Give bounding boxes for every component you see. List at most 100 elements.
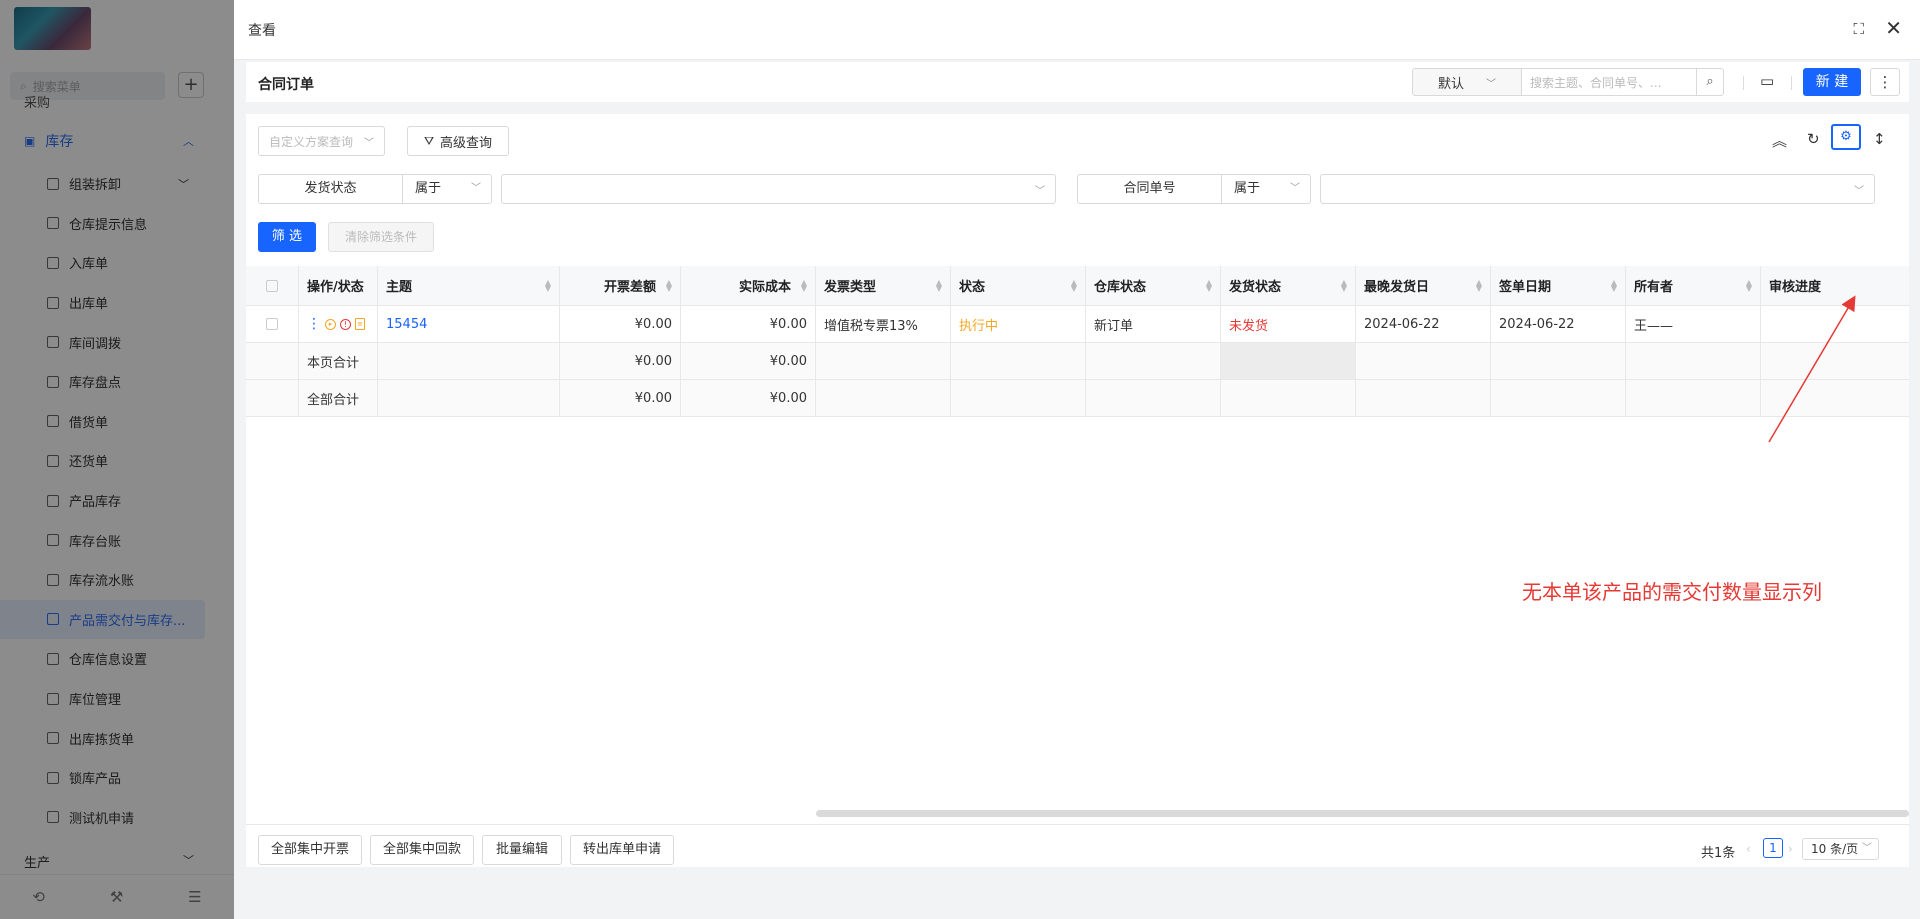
sort-icon[interactable]: ▲ ▼ xyxy=(801,278,807,292)
subject-link[interactable]: 15454 xyxy=(386,317,427,332)
empty-cell xyxy=(951,343,1086,379)
more-icon[interactable]: ⋮ xyxy=(307,316,321,332)
drawer-title: 查看 xyxy=(248,23,276,39)
empty-cell xyxy=(951,380,1086,416)
fullscreen-icon[interactable]: ⛶ xyxy=(1853,20,1864,38)
search-button[interactable]: ⌕ xyxy=(1696,68,1724,96)
column-header[interactable]: 仓库状态 ▲ ▼ xyxy=(1086,266,1221,305)
row-height-icon[interactable]: ↕ xyxy=(1873,130,1886,148)
more-icon[interactable]: ⋮ xyxy=(1870,68,1900,96)
chevron-down-icon: ﹀ xyxy=(1486,78,1496,90)
new-button[interactable]: 新 建 xyxy=(1803,68,1861,96)
page-total-row: 本页合计 ¥0.00 ¥0.00 xyxy=(246,343,1909,380)
row-ops-cell: ⋮ ▸ ! ≡ xyxy=(299,306,378,342)
sort-icon[interactable]: ▲ ▼ xyxy=(1341,278,1347,292)
review-cell xyxy=(1761,306,1909,342)
total-label: 全部合计 xyxy=(299,380,378,416)
close-icon[interactable]: ✕ xyxy=(1885,16,1902,40)
column-header[interactable]: 所有者 ▲ ▼ xyxy=(1626,266,1761,305)
empty-cell xyxy=(378,343,560,379)
sort-icon[interactable]: ▲ ▼ xyxy=(1611,278,1617,292)
filter-field[interactable]: 发货状态 xyxy=(258,174,403,204)
custom-scheme-select[interactable]: 自定义方案查询 ﹀ xyxy=(258,126,385,156)
filter-field[interactable]: 合同单号 xyxy=(1077,174,1222,204)
batch-invoice-button[interactable]: 全部集中开票 xyxy=(258,835,362,865)
column-header[interactable]: 签单日期 ▲ ▼ xyxy=(1491,266,1626,305)
actual-cost-cell: ¥0.00 xyxy=(681,306,816,342)
column-label: 实际成本 xyxy=(738,280,791,295)
column-header[interactable]: 主题 ▲ ▼ xyxy=(378,266,560,305)
column-label: 所有者 xyxy=(1634,280,1674,295)
ship-status-badge: 未发货 xyxy=(1229,318,1269,334)
settings-button[interactable]: ⚙ xyxy=(1831,124,1861,150)
filter-value-select[interactable]: ﹀ xyxy=(501,174,1056,204)
empty-cell xyxy=(1491,380,1626,416)
table-header: 操作/状态 主题 ▲ ▼ 开票差额 ▲ ▼ 实际成本 ▲ ▼ 发票类型 ▲ ▼ 状态 ▲ ▼ 仓库状… xyxy=(246,266,1909,306)
sort-icon[interactable]: ▲ ▼ xyxy=(1071,278,1077,292)
column-header[interactable]: 实际成本 ▲ ▼ xyxy=(681,266,816,305)
batch-payment-button[interactable]: 全部集中回款 xyxy=(370,835,474,865)
status-badge: 执行中 xyxy=(959,318,999,334)
total-count: 共1条 xyxy=(1701,846,1736,861)
list-panel: 自定义方案查询 ﹀ ⛛ 高级查询 ︽ ↻ ⚙ ↕ 发货状态 属于 ﹀ ﹀ 合同单… xyxy=(246,114,1909,867)
view-select[interactable]: 默认 ﹀ xyxy=(1412,68,1522,96)
list-title: 合同订单 xyxy=(258,77,314,93)
filter-value-select[interactable]: ﹀ xyxy=(1320,174,1875,204)
view-drawer: 查看 ⛶ ✕ 合同订单 默认 ﹀ 搜索主题、合同单号、... ⌕ ▭ 新 建 ⋮… xyxy=(234,0,1920,919)
play-status-icon[interactable]: ▸ xyxy=(325,318,336,330)
divider xyxy=(1743,76,1744,90)
filter-button[interactable]: 筛 选 xyxy=(258,222,316,252)
monitor-icon[interactable]: ▭ xyxy=(1760,72,1774,90)
alert-icon[interactable]: ! xyxy=(340,318,351,330)
invoice-diff-cell: ¥0.00 xyxy=(560,306,681,342)
current-page-button[interactable]: 1 xyxy=(1763,838,1783,858)
column-header[interactable]: 发票类型 ▲ ▼ xyxy=(816,266,951,305)
next-page-icon[interactable]: › xyxy=(1788,842,1793,856)
search-input[interactable]: 搜索主题、合同单号、... xyxy=(1521,68,1697,96)
total-actual-cost: ¥0.00 xyxy=(681,343,816,379)
doc-status-icon[interactable]: ≡ xyxy=(355,318,365,330)
annotation-arrow xyxy=(1768,295,1856,443)
row-checkbox[interactable] xyxy=(266,318,278,330)
column-header[interactable]: 开票差额 ▲ ▼ xyxy=(560,266,681,305)
column-header[interactable]: 发货状态 ▲ ▼ xyxy=(1221,266,1356,305)
sign-date-cell: 2024-06-22 xyxy=(1491,306,1626,342)
scheme-placeholder: 自定义方案查询 xyxy=(269,134,354,149)
select-all-cell xyxy=(246,266,299,305)
modal-overlay[interactable] xyxy=(0,0,234,919)
total-label: 本页合计 xyxy=(299,343,378,379)
clear-filter-button[interactable]: 清除筛选条件 xyxy=(328,222,434,252)
filter-operator[interactable]: 属于 ﹀ xyxy=(403,174,492,204)
column-label: 开票差额 xyxy=(603,280,656,295)
sort-icon[interactable]: ▲ ▼ xyxy=(1476,278,1482,292)
select-all-checkbox[interactable] xyxy=(266,279,278,292)
outbound-request-button[interactable]: 转出库单申请 xyxy=(570,835,674,865)
column-header: 审核进度 xyxy=(1769,280,1822,295)
advanced-query-button[interactable]: ⛛ 高级查询 xyxy=(407,126,509,156)
filter-operator-value: 属于 xyxy=(1234,181,1261,196)
chevron-down-icon: ﹀ xyxy=(471,183,481,194)
column-label: 发票类型 xyxy=(824,280,877,295)
prev-page-icon[interactable]: ‹ xyxy=(1746,842,1751,856)
column-header[interactable]: 最晚发货日 ▲ ▼ xyxy=(1356,266,1491,305)
sort-icon[interactable]: ▲ ▼ xyxy=(1206,278,1212,292)
column-label: 状态 xyxy=(959,280,986,295)
collapse-up-icon[interactable]: ︽ xyxy=(1772,130,1787,151)
filter-operator[interactable]: 属于 ﹀ xyxy=(1222,174,1311,204)
batch-edit-button[interactable]: 批量编辑 xyxy=(482,835,562,865)
sort-icon[interactable]: ▲ ▼ xyxy=(936,278,942,292)
empty-cell xyxy=(1221,380,1356,416)
empty-cell xyxy=(1356,380,1491,416)
view-select-value: 默认 xyxy=(1437,76,1464,92)
page-size-select[interactable]: 10 条/页 ﹀ xyxy=(1802,838,1879,860)
sort-icon[interactable]: ▲ ▼ xyxy=(666,278,672,292)
column-header[interactable]: 状态 ▲ ▼ xyxy=(951,266,1086,305)
invoice-type-cell: 增值税专票13% xyxy=(816,306,951,342)
horizontal-scrollbar[interactable] xyxy=(816,810,1909,817)
refresh-icon[interactable]: ↻ xyxy=(1807,130,1820,148)
chevron-down-icon: ﹀ xyxy=(1854,186,1864,197)
sort-icon[interactable]: ▲ ▼ xyxy=(545,278,551,292)
table-row[interactable]: ⋮ ▸ ! ≡ 15454 ¥0.00 ¥0.00 增值税专票13% 执行中 新… xyxy=(246,306,1909,343)
sort-icon[interactable]: ▲ ▼ xyxy=(1746,278,1752,292)
warehouse-status-cell: 新订单 xyxy=(1086,306,1221,342)
